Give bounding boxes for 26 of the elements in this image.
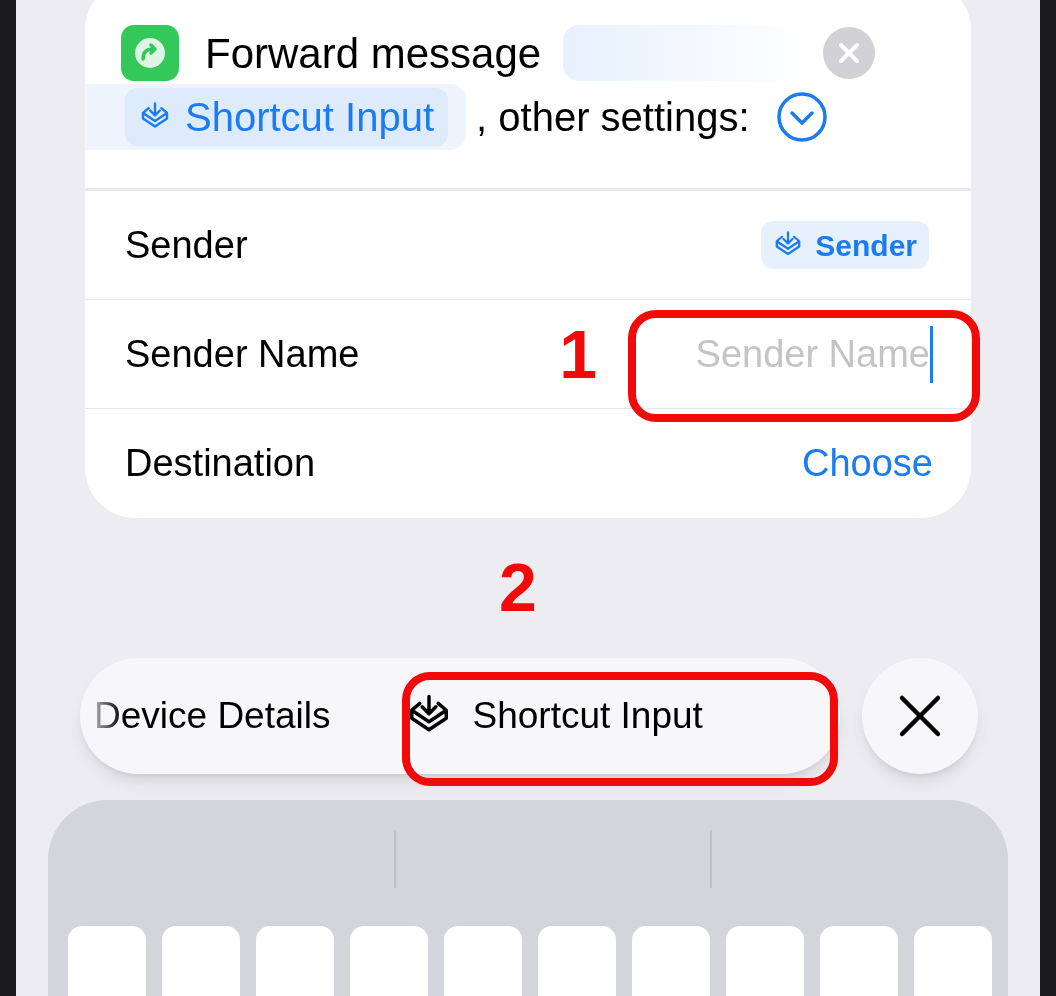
keyboard-key[interactable] [538, 926, 616, 996]
suggestion-chip[interactable]: Shortcut Input [370, 671, 739, 762]
sender-name-field[interactable]: Sender Name [663, 325, 933, 383]
keyboard-key[interactable] [444, 926, 522, 996]
field-label: Sender Name [125, 331, 360, 377]
keyboard-key[interactable] [726, 926, 804, 996]
close-icon [898, 694, 942, 739]
keyboard-key[interactable] [68, 926, 146, 996]
choose-link[interactable]: Choose [802, 435, 933, 492]
field-label: Sender [125, 222, 248, 268]
keyboard-key[interactable] [820, 926, 898, 996]
action-title: Forward message [205, 28, 542, 79]
keyboard-key[interactable] [256, 926, 334, 996]
annotation-number: 1 [559, 320, 597, 388]
forward-app-icon [121, 25, 179, 81]
annotation-number: 2 [499, 552, 537, 621]
close-icon[interactable] [823, 27, 876, 79]
keyboard-key[interactable] [162, 926, 240, 996]
shortcut-input-token[interactable]: Shortcut Input [125, 88, 449, 146]
sender-token[interactable]: Sender [761, 221, 929, 269]
keyboard-key[interactable] [350, 926, 428, 996]
chevron-down-circle-icon[interactable] [775, 91, 828, 143]
keyboard-key[interactable] [632, 926, 710, 996]
settings-text: , other settings: [476, 94, 750, 141]
keyboard-key[interactable] [914, 926, 992, 996]
field-label: Destination [125, 441, 316, 486]
